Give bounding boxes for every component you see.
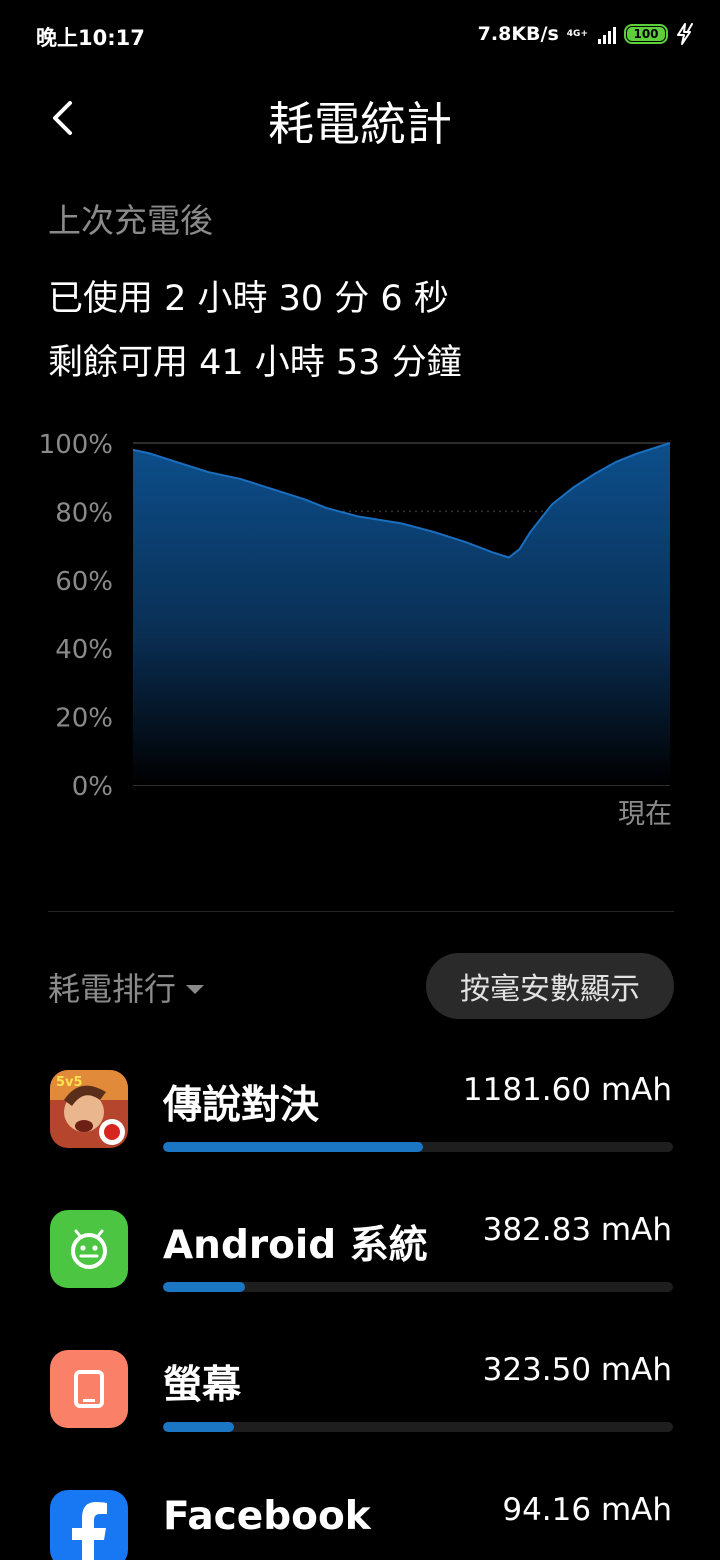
- y-tick-label: 20%: [55, 704, 113, 734]
- ranking-sort-dropdown[interactable]: 耗電排行: [48, 964, 205, 1010]
- app-name: 傳說對決: [163, 1083, 320, 1128]
- divider: [48, 911, 674, 912]
- used-time-text: 已使用 2 小時 30 分 6 秒: [48, 279, 449, 319]
- remaining-time-text: 剩餘可用 41 小時 53 分鐘: [48, 343, 462, 383]
- network-type: 4G+: [566, 28, 588, 39]
- app-usage-bar-fill: [163, 1142, 424, 1152]
- app-row-facebook[interactable]: Facebook 94.16 mAh: [0, 1480, 720, 1560]
- ranking-label: 耗電排行: [48, 970, 177, 1008]
- y-tick-label: 100%: [39, 430, 113, 460]
- app-usage-bar-fill: [163, 1422, 235, 1432]
- caret-down-icon: [186, 984, 205, 994]
- app-row-android-system[interactable]: Android 系統 382.83 mAh: [0, 1200, 720, 1330]
- battery-level: 100: [627, 27, 665, 41]
- app-name: 螢幕: [163, 1363, 242, 1408]
- battery-icon: 100: [624, 24, 668, 44]
- app-usage-bar: [163, 1282, 673, 1292]
- app-consumption: 94.16 mAh: [502, 1492, 672, 1528]
- since-last-charge-label: 上次充電後: [48, 201, 213, 240]
- battery-level-chart: 100% 80% 60% 40% 20% 0% 現在: [39, 430, 672, 830]
- y-tick-label: 0%: [72, 772, 113, 802]
- status-indicators: 7.8KB/s 4G+ 100: [478, 20, 696, 48]
- x-end-label: 現在: [618, 799, 672, 830]
- charging-icon: [677, 23, 693, 45]
- app-row-arena-of-valor[interactable]: 5v5 傳說對決 1181.60 mAh: [0, 1060, 720, 1190]
- app-usage-bar: [163, 1142, 673, 1152]
- show-by-mah-button[interactable]: 按毫安數顯示: [426, 953, 674, 1019]
- screen-icon: [50, 1350, 128, 1428]
- y-tick-label: 40%: [55, 635, 113, 665]
- app-consumption: 1181.60 mAh: [462, 1072, 672, 1108]
- y-tick-label: 60%: [55, 567, 113, 597]
- app-name: Android 系統: [163, 1223, 428, 1268]
- network-speed: 7.8KB/s: [477, 23, 559, 45]
- android-system-icon: [50, 1210, 128, 1288]
- y-tick-label: 80%: [55, 498, 113, 528]
- svg-text:5v5: 5v5: [56, 1075, 83, 1090]
- app-usage-bar: [163, 1422, 673, 1432]
- app-row-screen[interactable]: 螢幕 323.50 mAh: [0, 1340, 720, 1470]
- page-title: 耗電統計: [268, 97, 452, 151]
- status-bar: 晚上10:17 7.8KB/s 4G+ 100: [0, 0, 720, 70]
- app-name: Facebook: [163, 1494, 371, 1539]
- signal-icon: [598, 24, 616, 44]
- app-consumption: 323.50 mAh: [482, 1352, 672, 1388]
- battery-area: [133, 443, 670, 785]
- app-usage-bar-fill: [163, 1282, 245, 1292]
- arena-of-valor-icon: 5v5: [50, 1070, 128, 1148]
- status-time: 晚上10:17: [36, 26, 145, 50]
- facebook-icon: [50, 1490, 128, 1560]
- app-consumption: 382.83 mAh: [482, 1212, 672, 1248]
